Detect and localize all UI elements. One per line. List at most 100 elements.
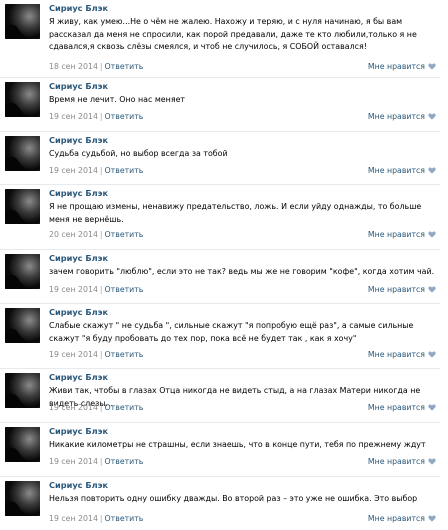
- comment-date[interactable]: 18 сен 2014: [49, 62, 98, 71]
- like-button[interactable]: Мне нравится: [368, 230, 436, 239]
- comment-date[interactable]: 19 сен 2014: [49, 285, 98, 294]
- avatar[interactable]: [5, 82, 40, 117]
- meta-separator: |: [99, 230, 103, 239]
- comment-meta: 19 сен 2014 | Ответить: [49, 285, 143, 294]
- avatar[interactable]: [5, 189, 40, 224]
- meta-separator: |: [99, 166, 103, 175]
- reply-link[interactable]: Ответить: [105, 62, 144, 71]
- comment-author[interactable]: Сириус Блэк: [49, 81, 108, 91]
- reply-link[interactable]: Ответить: [105, 112, 144, 121]
- comment-text: зачем говорить "люблю", если это не так?…: [49, 267, 435, 276]
- comment-author[interactable]: Сириус Блэк: [49, 188, 108, 198]
- like-label: Мне нравится: [367, 514, 425, 523]
- avatar[interactable]: [5, 427, 40, 462]
- meta-separator: |: [99, 403, 103, 412]
- avatar-photo-icon: [5, 308, 40, 343]
- like-button[interactable]: Мне нравится: [368, 285, 436, 294]
- comment-date[interactable]: 19 сен 2014: [49, 166, 98, 175]
- like-button[interactable]: Мне нравится: [368, 514, 436, 523]
- heart-icon: [428, 404, 436, 411]
- comment-author[interactable]: Сириус Блэк: [49, 426, 108, 436]
- avatar[interactable]: [5, 308, 40, 343]
- comment-text: Я не прощаю измены, ненавижу предательст…: [49, 202, 422, 224]
- comment-author[interactable]: Сириус Блэк: [49, 3, 108, 13]
- comment-item: Сириус Блэк Живи так, чтобы в глазах Отц…: [0, 369, 440, 423]
- comment-date[interactable]: 19 сен 2014: [49, 350, 98, 359]
- comment-date[interactable]: 19 сен 2014: [49, 112, 98, 121]
- like-button[interactable]: Мне нравится: [368, 166, 436, 175]
- heart-icon: [428, 167, 436, 174]
- comment-text: Я живу, как умею...Не о чём не жалею. На…: [49, 17, 417, 51]
- comment-item: Сириус Блэк Слабые скажут " не судьба ",…: [0, 304, 440, 369]
- comment-meta: 19 сен 2014 | Ответить: [49, 514, 143, 523]
- comment-meta: 18 сен 2014 | Ответить: [49, 62, 143, 71]
- like-button[interactable]: Мне нравится: [368, 403, 436, 412]
- comment-item: Сириус Блэк зачем говорить "люблю", если…: [0, 250, 440, 304]
- avatar[interactable]: [5, 481, 40, 516]
- like-button[interactable]: Мне нравится: [368, 112, 436, 121]
- avatar[interactable]: [5, 254, 40, 289]
- comment-author[interactable]: Сириус Блэк: [49, 253, 108, 263]
- comment-text: Никакие километры не страшны, если знаеш…: [49, 440, 426, 449]
- like-label: Мне нравится: [367, 403, 425, 412]
- avatar[interactable]: [5, 136, 40, 171]
- avatar-photo-icon: [5, 4, 40, 39]
- comment-item: Сириус Блэк Никакие километры не страшны…: [0, 423, 440, 477]
- avatar[interactable]: [5, 373, 40, 408]
- reply-link[interactable]: Ответить: [105, 403, 144, 412]
- comment-meta: 19 сен 2014 | Ответить: [49, 112, 143, 121]
- like-button[interactable]: Мне нравится: [368, 62, 436, 71]
- reply-link[interactable]: Ответить: [105, 350, 144, 359]
- comment-item: Сириус Блэк Я живу, как умею...Не о чём …: [0, 0, 440, 78]
- heart-icon: [428, 351, 436, 358]
- like-button[interactable]: Мне нравится: [368, 350, 436, 359]
- comment-date[interactable]: 19 сен 2014: [49, 403, 98, 412]
- reply-link[interactable]: Ответить: [105, 230, 144, 239]
- heart-icon: [428, 231, 436, 238]
- meta-separator: |: [99, 112, 103, 121]
- comment-meta: 20 сен 2014 | Ответить: [49, 230, 143, 239]
- avatar-photo-icon: [5, 254, 40, 289]
- comment-meta: 19 сен 2014 | Ответить: [49, 457, 143, 466]
- meta-separator: |: [99, 514, 103, 523]
- comment-date[interactable]: 20 сен 2014: [49, 230, 98, 239]
- comment-item: Сириус Блэк Нельзя повторить одну ошибку…: [0, 477, 440, 529]
- avatar-photo-icon: [5, 373, 40, 408]
- comment-author[interactable]: Сириус Блэк: [49, 480, 108, 490]
- heart-icon: [428, 113, 436, 120]
- avatar-photo-icon: [5, 136, 40, 171]
- comment-meta: 19 сен 2014 | Ответить: [49, 350, 143, 359]
- reply-link[interactable]: Ответить: [105, 166, 144, 175]
- reply-link[interactable]: Ответить: [105, 285, 144, 294]
- reply-link[interactable]: Ответить: [105, 514, 144, 523]
- comment-author[interactable]: Сириус Блэк: [49, 307, 108, 317]
- heart-icon: [428, 458, 436, 465]
- comment-author[interactable]: Сириус Блэк: [49, 372, 108, 382]
- comment-text: Нельзя повторить одну ошибку дважды. Во …: [49, 494, 418, 503]
- avatar[interactable]: [5, 4, 40, 39]
- comment-date[interactable]: 19 сен 2014: [49, 514, 98, 523]
- heart-icon: [428, 286, 436, 293]
- comment-item: Сириус Блэк Судьба судьбой, но выбор все…: [0, 132, 440, 185]
- meta-separator: |: [99, 457, 103, 466]
- heart-icon: [428, 515, 436, 522]
- like-label: Мне нравится: [367, 350, 425, 359]
- comment-item: Сириус Блэк Время не лечит. Оно нас меня…: [0, 78, 440, 132]
- meta-separator: |: [99, 62, 103, 71]
- meta-separator: |: [99, 285, 103, 294]
- avatar-photo-icon: [5, 481, 40, 516]
- avatar-photo-icon: [5, 189, 40, 224]
- like-label: Мне нравится: [367, 285, 425, 294]
- like-label: Мне нравится: [367, 112, 425, 121]
- like-label: Мне нравится: [367, 62, 425, 71]
- comment-author[interactable]: Сириус Блэк: [49, 135, 108, 145]
- comment-text: Слабые скажут " не судьба ", сильные ска…: [49, 321, 414, 343]
- comment-date[interactable]: 19 сен 2014: [49, 457, 98, 466]
- like-label: Мне нравится: [367, 166, 425, 175]
- reply-link[interactable]: Ответить: [105, 457, 144, 466]
- comment-item: Сириус Блэк Я не прощаю измены, ненавижу…: [0, 185, 440, 250]
- like-button[interactable]: Мне нравится: [368, 457, 436, 466]
- comment-text: Судьба судьбой, но выбор всегда за тобой: [49, 149, 228, 158]
- avatar-photo-icon: [5, 82, 40, 117]
- comment-meta: 19 сен 2014 | Ответить: [49, 166, 143, 175]
